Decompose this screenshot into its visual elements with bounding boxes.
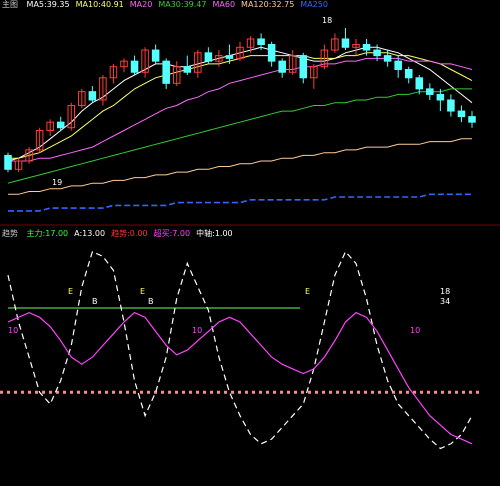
indicator-marker: B: [92, 297, 98, 306]
candle-body: [257, 38, 265, 46]
candle-body: [225, 55, 234, 59]
indicator-panel-header: 趋势 主力:17.00 A:13.00 趋势:0.00 超买:7.00 中轴:1.00: [2, 229, 245, 239]
price-panel-header: 主图 MA5:39.35 MA10:40.91 MA20 MA30:39.47 MA60…: [2, 0, 340, 10]
candle-body: [88, 91, 97, 101]
candle-body: [468, 116, 476, 123]
indicator-marker: E: [140, 287, 146, 296]
indicator-marker: 10: [8, 326, 19, 335]
candle-body: [183, 66, 192, 73]
ma-line-ma120: [8, 138, 472, 195]
candle-body: [56, 121, 65, 129]
candle-body: [278, 60, 286, 73]
ma-line-ma250: [8, 193, 472, 212]
indicator-marker: E: [68, 287, 74, 296]
candle-body: [162, 60, 170, 84]
candle-body: [415, 77, 424, 90]
candle-body: [383, 55, 392, 62]
candle-body: [341, 38, 350, 48]
indicator-marker: 34: [440, 297, 451, 306]
high-price-label: 18: [322, 16, 333, 25]
indicator-line-1: [7, 311, 473, 445]
candle-body: [436, 93, 445, 101]
indicator-marker: B: [148, 297, 154, 306]
ma-line-ma20: [8, 57, 473, 162]
indicator-panel-title: 趋势: [2, 229, 18, 238]
candle-body: [299, 55, 308, 79]
indicator-line-0: [7, 250, 473, 450]
candle-body: [394, 60, 402, 70]
indicator-marker: 18: [440, 287, 451, 296]
ma-readout-3: MA30:39.47: [158, 0, 207, 9]
chart-canvas[interactable]: [0, 0, 500, 486]
indicator-readout-2: 趋势:0.00: [111, 229, 148, 238]
ma-readout-6: MA250: [300, 0, 328, 9]
ma-readout-5: MA120:32.75: [241, 0, 295, 9]
indicator-marker: 10: [410, 326, 421, 335]
indicator-marker: E: [305, 287, 311, 296]
ma-readout-4: MA60: [212, 0, 236, 9]
candle-body: [426, 88, 434, 95]
indicator-readouts: 主力:17.00 A:13.00 趋势:0.00 超买:7.00 中轴:1.00: [27, 229, 239, 238]
ma-line-ma60: [7, 88, 472, 184]
candle-body: [457, 110, 466, 118]
candle-body: [362, 44, 371, 51]
indicator-marker: 10: [192, 326, 203, 335]
indicator-readout-1: A:13.00: [74, 229, 106, 238]
low-price-label: 19: [52, 178, 63, 187]
price-panel-title: 主图: [2, 0, 18, 9]
candle-body: [373, 49, 381, 57]
ma-readouts: MA5:39.35 MA10:40.91 MA20 MA30:39.47 MA60 MA1…: [27, 0, 334, 9]
candle-body: [151, 49, 160, 62]
candle-body: [404, 68, 413, 79]
indicator-readout-3: 超买:7.00: [153, 229, 191, 238]
ma-readout-1: MA10:40.91: [75, 0, 124, 9]
candle-body: [130, 60, 139, 73]
indicator-readout-0: 主力:17.00: [26, 229, 69, 238]
candle-body: [267, 44, 276, 62]
ma-readout-0: MA5:39.35: [26, 0, 70, 9]
candle-body: [447, 99, 455, 112]
indicator-readout-4: 中轴:1.00: [196, 229, 233, 238]
ma-readout-2: MA20: [129, 0, 153, 9]
candle-body: [4, 154, 12, 170]
ma-line-ma10: [8, 52, 473, 159]
candle-body: [204, 52, 213, 62]
